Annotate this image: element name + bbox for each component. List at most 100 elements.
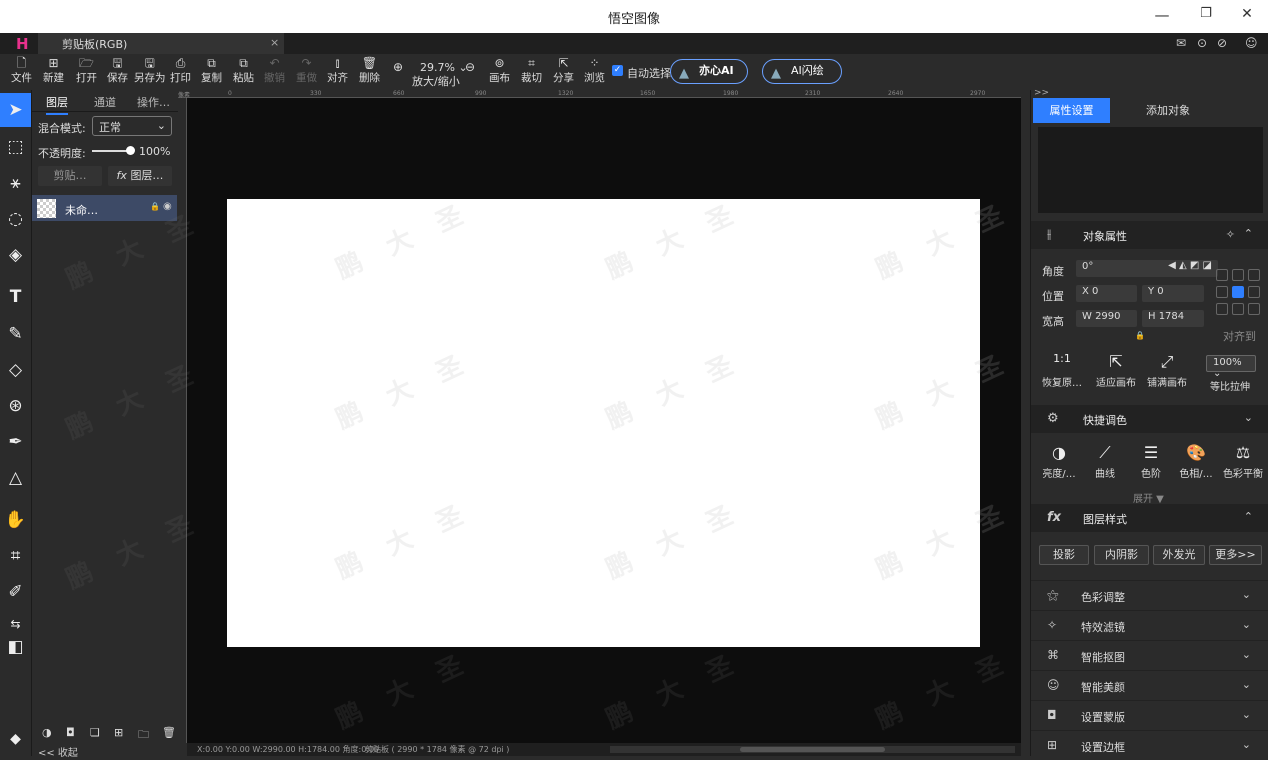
- tab-channels[interactable]: 通道: [94, 94, 116, 110]
- restore-original-button[interactable]: 1:1 恢复原…: [1036, 352, 1088, 389]
- opacity-slider-handle[interactable]: [126, 146, 135, 155]
- align-cell[interactable]: [1216, 286, 1228, 298]
- minimize-button[interactable]: —: [1152, 6, 1172, 24]
- levels-button[interactable]: ☰ 色阶: [1129, 443, 1173, 480]
- settings-icon[interactable]: ⊙: [1197, 36, 1207, 50]
- inner-shadow-button[interactable]: 内阴影: [1094, 545, 1149, 565]
- zoom-out-icon[interactable]: ⊖: [465, 60, 475, 74]
- tab-layers[interactable]: 图层: [46, 94, 68, 115]
- add-mask-icon[interactable]: ◘: [66, 726, 75, 739]
- marquee-tool-icon[interactable]: ⬚: [0, 130, 31, 164]
- crop-button[interactable]: ⌗ 裁切: [521, 57, 542, 85]
- color-adjust-row[interactable]: ⚝ 色彩调整 ⌄: [1031, 580, 1268, 610]
- scale-select[interactable]: 100% ⌄: [1206, 355, 1256, 379]
- align-cell[interactable]: [1216, 303, 1228, 315]
- expand-button[interactable]: 展开 ▼: [1133, 490, 1164, 505]
- canvas-button[interactable]: ⊚ 画布: [489, 57, 510, 85]
- compass-icon[interactable]: ⊘: [1217, 36, 1227, 50]
- quick-color-header[interactable]: ⚙ 快捷调色 ⌄: [1031, 405, 1268, 433]
- mail-icon[interactable]: ✉: [1176, 36, 1186, 50]
- clip-button[interactable]: 剪贴…: [38, 166, 102, 186]
- drop-shadow-button[interactable]: 投影: [1039, 545, 1089, 565]
- undo-button[interactable]: ↶ 撤销: [264, 57, 285, 85]
- save-button[interactable]: 🖫 保存: [107, 57, 128, 85]
- pen-tool-icon[interactable]: ✒: [0, 425, 31, 459]
- print-button[interactable]: ⎙ 打印: [170, 57, 191, 85]
- opacity-slider[interactable]: [92, 150, 130, 152]
- copy-button[interactable]: ⧉ 复制: [201, 57, 222, 85]
- hand-tool-icon[interactable]: ✋: [0, 503, 31, 537]
- collapse-panel-button[interactable]: << 收起: [32, 744, 179, 759]
- clone-stamp-tool-icon[interactable]: ⊛: [0, 389, 31, 423]
- layers-icon[interactable]: ◆: [0, 722, 31, 756]
- browse-button[interactable]: ⁘ 浏览: [584, 57, 605, 85]
- color-balance-button[interactable]: ⚖ 色彩平衡: [1219, 443, 1267, 480]
- layer-fx-button[interactable]: fx 图层…: [108, 166, 172, 186]
- shape-tool-icon[interactable]: △: [0, 461, 31, 495]
- blend-mode-select[interactable]: 正常 ⌄: [92, 116, 172, 136]
- zoom-in-icon[interactable]: ⊕: [393, 60, 403, 74]
- maximize-button[interactable]: ❐: [1196, 6, 1216, 21]
- delete-button[interactable]: 🗑 删除: [359, 57, 380, 85]
- move-tool-icon[interactable]: ➤: [0, 93, 31, 127]
- align-cell[interactable]: [1248, 269, 1260, 281]
- height-input[interactable]: H 1784: [1142, 310, 1204, 327]
- horizontal-scrollbar[interactable]: [610, 746, 1015, 753]
- tab-properties[interactable]: 属性设置: [1033, 98, 1110, 123]
- align-cell[interactable]: [1232, 269, 1244, 281]
- fill-canvas-button[interactable]: ⤢ 铺满画布: [1141, 352, 1193, 389]
- yixin-ai-button[interactable]: ▲ 亦心AI: [670, 59, 748, 84]
- hue-saturation-button[interactable]: 🎨 色相/…: [1174, 443, 1218, 480]
- image-canvas[interactable]: [227, 199, 980, 647]
- close-button[interactable]: ✕: [1237, 6, 1257, 22]
- lasso-tool-icon[interactable]: ◌: [0, 202, 31, 236]
- share-button[interactable]: ⇱ 分享: [553, 57, 574, 85]
- auto-select-checkbox[interactable]: ✓: [612, 65, 623, 76]
- group-layer-icon[interactable]: 🗀: [138, 726, 149, 745]
- align-cell[interactable]: [1248, 286, 1260, 298]
- file-button[interactable]: 🗋 文件: [11, 57, 32, 85]
- layer-item[interactable]: 未命… 🔒 ◉: [32, 195, 177, 221]
- y-input[interactable]: Y 0: [1142, 285, 1204, 302]
- duplicate-layer-icon[interactable]: ❏: [90, 726, 100, 739]
- new-layer-icon[interactable]: ⊞: [114, 726, 123, 739]
- smart-cutout-row[interactable]: ⌘ 智能抠图 ⌄: [1031, 640, 1268, 670]
- tab-add-object[interactable]: 添加对象: [1119, 98, 1217, 123]
- user-icon[interactable]: ☺: [1245, 36, 1258, 50]
- smart-beauty-row[interactable]: ☺ 智能美颜 ⌄: [1031, 670, 1268, 700]
- set-mask-row[interactable]: ◘ 设置蒙版 ⌄: [1031, 700, 1268, 730]
- align-cell[interactable]: [1232, 303, 1244, 315]
- flip-rotate-icons[interactable]: ◀ ◭ ◩ ◪: [1168, 260, 1212, 271]
- visibility-eye-icon[interactable]: ◉: [163, 201, 172, 212]
- outer-glow-button[interactable]: 外发光: [1153, 545, 1205, 565]
- pin-icon[interactable]: ✧: [1226, 228, 1235, 241]
- angle-input[interactable]: 0° ◀ ◭ ◩ ◪: [1076, 260, 1218, 277]
- x-input[interactable]: X 0: [1076, 285, 1137, 302]
- effects-filter-row[interactable]: ✧ 特效滤镜 ⌄: [1031, 610, 1268, 640]
- adjustment-layer-icon[interactable]: ◑: [42, 726, 52, 739]
- paint-bucket-tool-icon[interactable]: ◈: [0, 238, 31, 272]
- brightness-button[interactable]: ◑ 亮度/…: [1036, 443, 1082, 480]
- delete-layer-icon[interactable]: 🗑: [162, 726, 176, 739]
- width-input[interactable]: W 2990: [1076, 310, 1137, 327]
- link-lock-icon[interactable]: 🔒: [1135, 331, 1145, 340]
- layer-style-header[interactable]: fx 图层样式 ⌃: [1031, 504, 1268, 532]
- brush-tool-icon[interactable]: ✎: [0, 317, 31, 351]
- more-styles-button[interactable]: 更多>>: [1209, 545, 1262, 565]
- paste-button[interactable]: ⧉ 粘贴: [233, 57, 254, 85]
- fit-canvas-button[interactable]: ⇱ 适应画布: [1090, 352, 1142, 389]
- align-cell[interactable]: [1216, 269, 1228, 281]
- scrollbar-thumb[interactable]: [740, 747, 885, 752]
- save-as-button[interactable]: 🖫 另存为: [134, 57, 166, 85]
- document-tab[interactable]: 剪贴板(RGB) ×: [38, 33, 284, 54]
- color-swatch-icon[interactable]: ◧: [0, 630, 31, 664]
- ai-flash-draw-button[interactable]: ▲ AI闪绘: [762, 59, 842, 84]
- object-properties-header[interactable]: ⫲ 对象属性 ✧ ⌃: [1031, 221, 1268, 249]
- align-cell[interactable]: [1232, 286, 1244, 298]
- lock-icon[interactable]: 🔒: [150, 202, 160, 211]
- new-button[interactable]: ⊞ 新建: [43, 57, 64, 85]
- magic-wand-tool-icon[interactable]: ⚹: [0, 166, 31, 200]
- redo-button[interactable]: ↷ 重做: [296, 57, 317, 85]
- zoom-control[interactable]: 29.7% ⌄ 放大/缩小: [412, 61, 468, 88]
- text-tool-icon[interactable]: T: [0, 280, 31, 314]
